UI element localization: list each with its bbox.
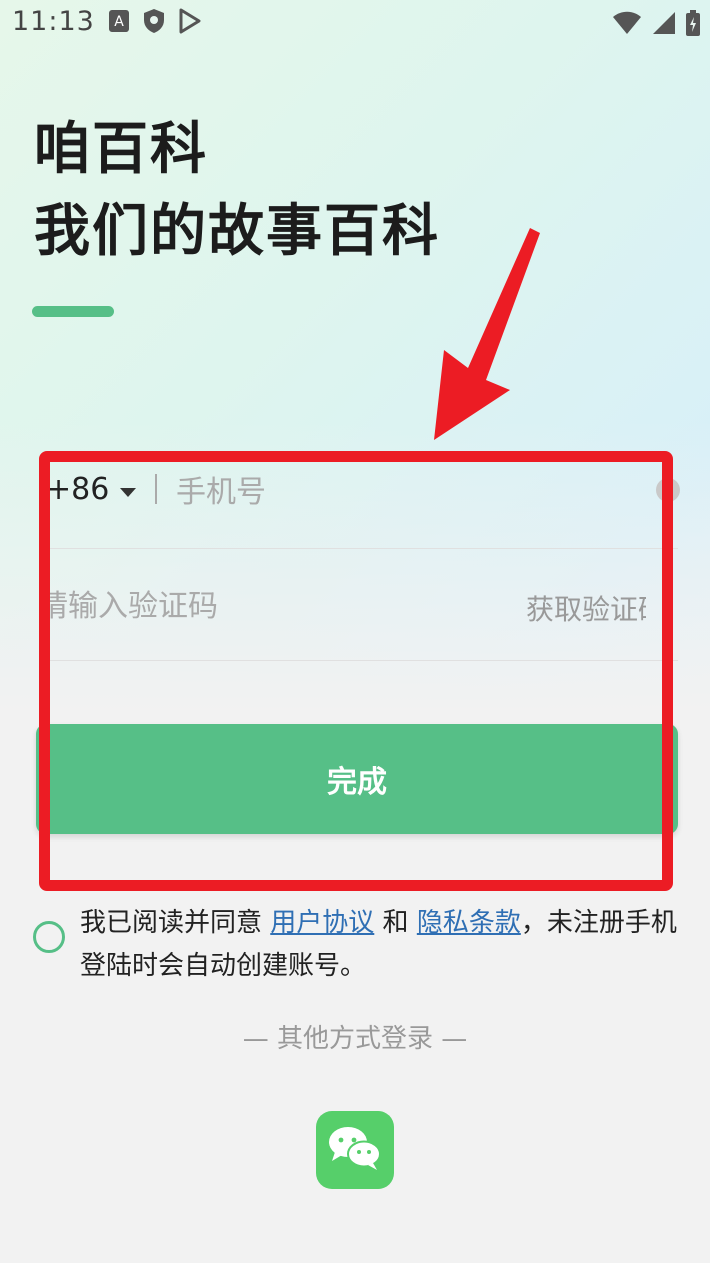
accent-bar [32,306,114,317]
page-subtitle: 我们的故事百科 [34,199,440,264]
user-agreement-link[interactable]: 用户协议 [270,908,374,938]
wechat-login-button[interactable] [316,1111,394,1189]
battery-icon [686,10,700,40]
privacy-link[interactable]: 隐私条款 [417,908,521,938]
agreement-radio[interactable] [33,921,65,953]
other-login-label: — 其他方式登录 — [242,1024,468,1054]
status-time: 11:13 [12,6,95,37]
wifi-icon [612,11,642,39]
agreement-text-and: 和 [374,908,417,938]
status-icons-right [612,10,700,40]
status-icons-left: A [108,8,202,38]
shield-icon [142,8,166,38]
wechat-icon [327,1123,383,1177]
agreement-text: 我已阅读并同意 用户协议 和 隐私条款，未注册手机登陆时会自动创建账号。 [80,902,688,988]
a-badge-icon: A [108,9,130,37]
play-store-icon [178,8,202,38]
highlight-box [39,451,673,891]
page-title: 咱百科 [34,117,208,182]
svg-text:A: A [114,14,124,30]
agreement-text-before: 我已阅读并同意 [80,908,271,938]
pointer-arrow-icon [434,228,540,440]
signal-icon [652,11,676,39]
